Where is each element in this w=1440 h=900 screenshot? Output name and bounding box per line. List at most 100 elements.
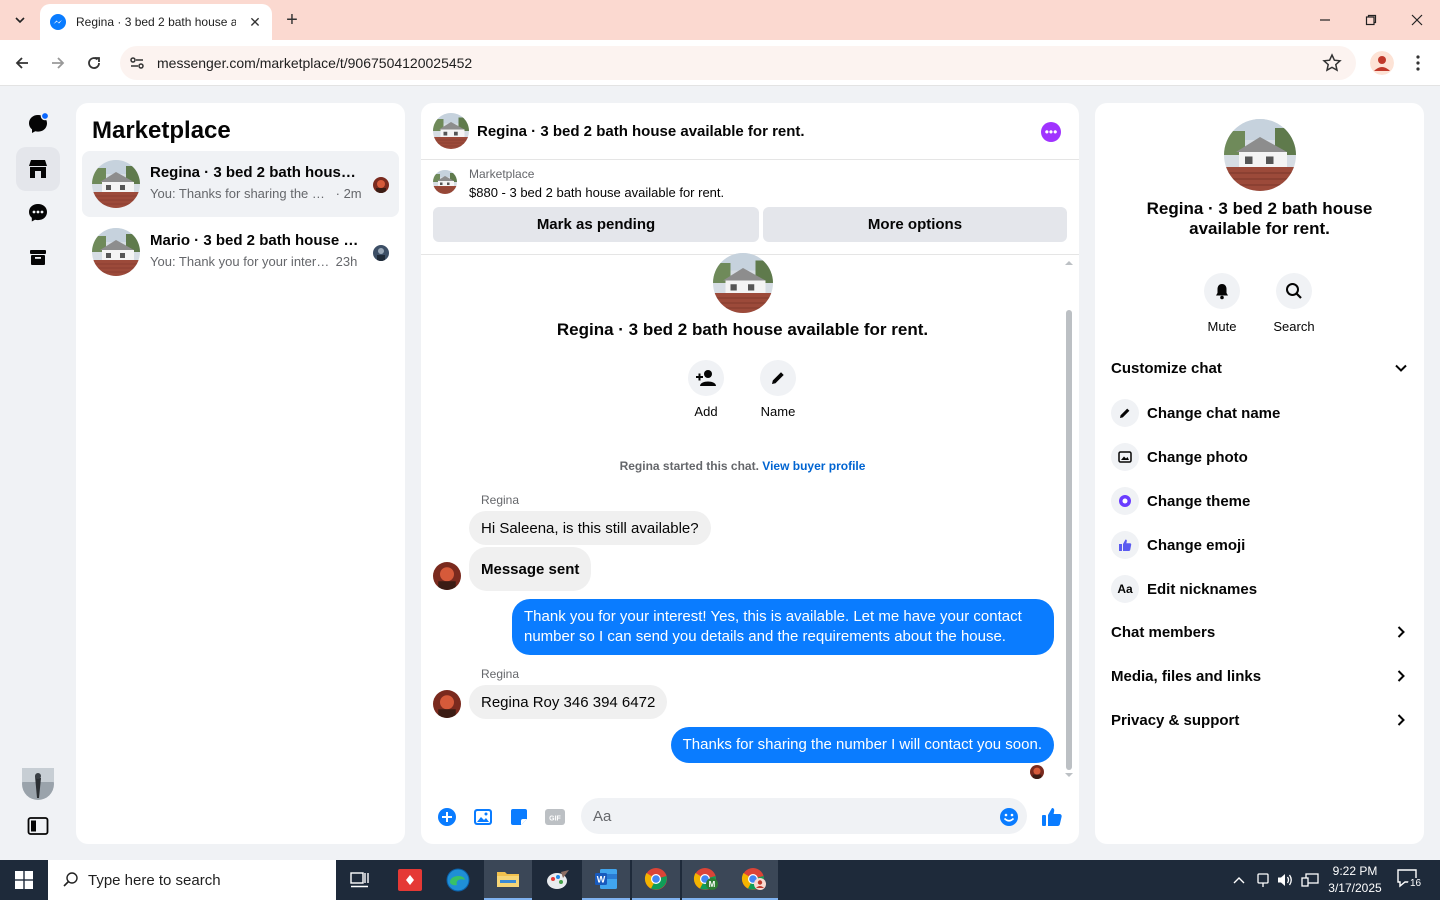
rail-archive[interactable] <box>16 235 60 279</box>
site-info-icon[interactable] <box>128 54 146 72</box>
task-view-button[interactable] <box>336 860 384 900</box>
mute-button[interactable]: Mute <box>1187 273 1257 334</box>
attach-photo-button[interactable] <box>471 805 495 829</box>
read-receipt-avatar <box>1030 765 1044 779</box>
preview-text: You: Thanks for sharing the number I wil… <box>150 186 332 201</box>
conversation-info-panel: Regina · 3 bed 2 bath house available fo… <box>1095 103 1424 844</box>
conversation-item[interactable]: Regina · 3 bed 2 bath house available fo… <box>82 151 399 217</box>
taskbar-app-paint[interactable] <box>534 860 582 900</box>
conversation-list-panel: Marketplace Regina · 3 bed 2 bath house … <box>76 103 405 844</box>
message-bubble-outgoing[interactable]: Thank you for your interest! Yes, this i… <box>512 599 1054 655</box>
search-in-conversation-button[interactable]: Search <box>1259 273 1329 334</box>
change-emoji-option[interactable]: Change emoji <box>1111 529 1408 561</box>
emoji-icon <box>1000 808 1018 826</box>
message-bubble-incoming[interactable]: Regina Roy 346 394 6472 <box>469 685 668 719</box>
taskbar-app-chrome-profile-m[interactable]: M <box>682 860 730 900</box>
back-button[interactable] <box>8 49 36 77</box>
taskbar-app-word[interactable]: W <box>582 860 630 900</box>
message-bubble-incoming[interactable]: Message sent <box>469 547 592 591</box>
profile-avatar-icon[interactable] <box>1370 51 1394 75</box>
browser-toolbar: messenger.com/marketplace/t/906750412002… <box>0 40 1440 86</box>
minimize-button[interactable] <box>1302 0 1348 40</box>
mute-label: Mute <box>1207 319 1237 334</box>
change-theme-option[interactable]: Change theme <box>1111 485 1408 517</box>
conversation-info-button[interactable]: ••• <box>1041 122 1061 142</box>
rail-marketplace[interactable] <box>16 147 60 191</box>
taskbar-clock[interactable]: 9:22 PM 3/17/2025 <box>1322 863 1388 897</box>
more-actions-button[interactable] <box>435 805 459 829</box>
conversation-time: · 2m <box>335 186 362 201</box>
section-label: Privacy & support <box>1111 711 1240 729</box>
rail-chats[interactable] <box>16 102 60 146</box>
scroll-down-icon[interactable] <box>1063 771 1075 779</box>
taskbar-app-anydesk[interactable] <box>386 860 434 900</box>
section-label: Chat members <box>1111 623 1216 641</box>
bookmark-star-icon[interactable] <box>1322 53 1342 73</box>
change-chat-name-option[interactable]: Change chat name <box>1111 397 1408 429</box>
tab-search-button[interactable] <box>6 6 34 34</box>
change-photo-option[interactable]: Change photo <box>1111 441 1408 473</box>
tray-volume-button[interactable] <box>1274 860 1296 900</box>
edit-nicknames-option[interactable]: Aa Edit nicknames <box>1111 573 1408 605</box>
tray-network-button[interactable] <box>1298 860 1322 900</box>
more-options-button[interactable]: More options <box>763 207 1067 242</box>
taskbar-app-file-explorer[interactable] <box>484 860 532 900</box>
message-bubble-outgoing[interactable]: Thanks for sharing the number I will con… <box>670 727 1054 763</box>
sticker-button[interactable] <box>507 805 531 829</box>
chat-title[interactable]: Regina · 3 bed 2 bath house available fo… <box>477 123 805 140</box>
start-button[interactable] <box>0 860 48 900</box>
emoji-button[interactable] <box>997 805 1021 829</box>
chat-members-section[interactable]: Chat members <box>1111 617 1408 647</box>
conversation-item[interactable]: Mario · 3 bed 2 bath house available for… <box>82 219 399 285</box>
close-window-button[interactable] <box>1394 0 1440 40</box>
maximize-button[interactable] <box>1348 0 1394 40</box>
scrollbar-thumb[interactable] <box>1066 310 1072 770</box>
edge-icon <box>446 868 470 892</box>
browser-menu-button[interactable] <box>1408 51 1428 75</box>
search-label: Search <box>1273 319 1315 334</box>
customize-chat-section[interactable]: Customize chat <box>1111 353 1408 383</box>
view-buyer-profile-link[interactable]: View buyer profile <box>762 459 865 473</box>
add-label: Add <box>694 404 718 419</box>
taskbar-app-chrome[interactable] <box>632 860 680 900</box>
taskbar-app-edge[interactable] <box>434 860 482 900</box>
close-icon[interactable]: ✕ <box>246 13 264 31</box>
sender-avatar[interactable] <box>433 690 461 718</box>
new-tab-button[interactable]: + <box>280 8 304 32</box>
tray-overflow-button[interactable] <box>1228 860 1250 900</box>
reload-button[interactable] <box>80 49 108 77</box>
conversation-title: Regina · 3 bed 2 bath house available fo… <box>150 164 360 181</box>
browser-tab-messenger[interactable]: Regina · 3 bed 2 bath house available fo… <box>40 4 272 40</box>
listing-thumbnail[interactable] <box>433 170 457 194</box>
taskbar-app-chrome-profile-current[interactable] <box>730 860 778 900</box>
message-sender: Regina <box>481 493 520 507</box>
message-input[interactable] <box>581 798 1027 834</box>
send-like-button[interactable] <box>1040 805 1064 829</box>
rail-profile[interactable] <box>16 762 60 806</box>
chat-avatar[interactable] <box>433 113 469 149</box>
thumbs-up-icon <box>1119 539 1132 551</box>
forward-button[interactable] <box>44 49 72 77</box>
rail-message-requests[interactable] <box>16 191 60 235</box>
media-files-links-section[interactable]: Media, files and links <box>1111 661 1408 691</box>
chat-scrollbar[interactable] <box>1063 255 1075 785</box>
image-icon <box>1118 451 1132 463</box>
name-chat-button[interactable]: Name <box>743 360 813 419</box>
gif-button[interactable]: GIF <box>543 805 567 829</box>
privacy-support-section[interactable]: Privacy & support <box>1111 705 1408 735</box>
scroll-up-icon[interactable] <box>1063 259 1075 267</box>
mark-as-pending-button[interactable]: Mark as pending <box>433 207 759 242</box>
tray-device-icon[interactable] <box>1252 860 1274 900</box>
sender-avatar[interactable] <box>433 562 461 590</box>
windows-taskbar: Type here to search W M 9:22 PM 3/17/202… <box>0 860 1440 900</box>
listing-description[interactable]: $880 - 3 bed 2 bath house available for … <box>469 185 724 200</box>
chevron-down-icon <box>1395 364 1407 372</box>
section-label: Media, files and links <box>1111 667 1262 685</box>
add-people-button[interactable]: Add <box>671 360 741 419</box>
conversation-title: Mario · 3 bed 2 bath house available for… <box>150 232 360 249</box>
message-bubble-incoming[interactable]: Hi Saleena, is this still available? <box>469 511 711 545</box>
taskbar-search[interactable]: Type here to search <box>48 860 336 900</box>
address-bar[interactable]: messenger.com/marketplace/t/906750412002… <box>120 46 1356 80</box>
notification-center-button[interactable]: 16 <box>1396 868 1424 892</box>
rail-toggle-sidebar[interactable] <box>16 804 60 848</box>
